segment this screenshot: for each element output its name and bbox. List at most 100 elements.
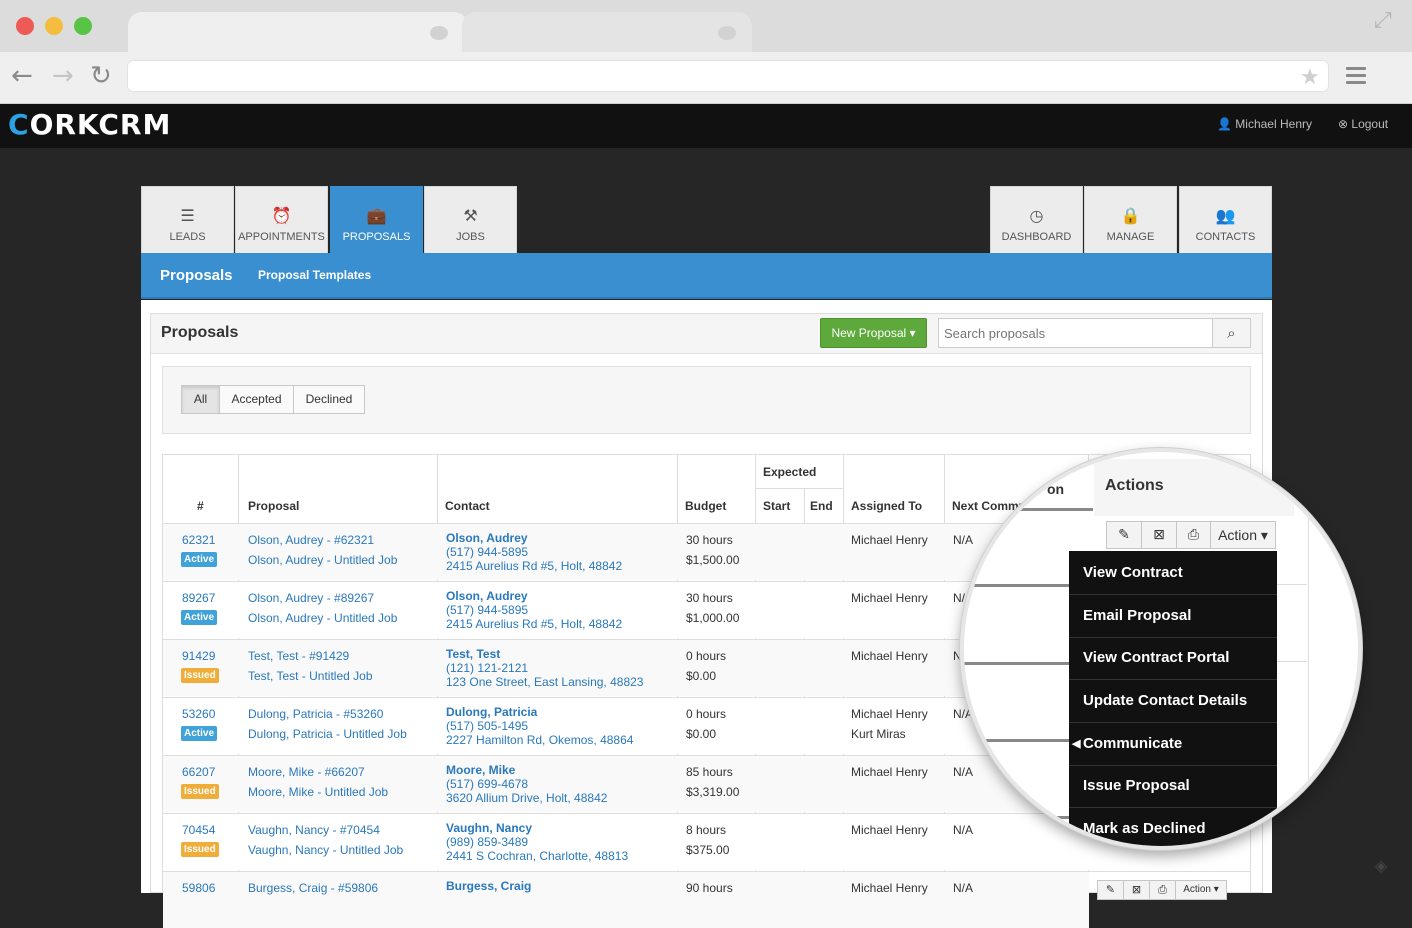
filter-all[interactable]: All [181,385,220,414]
contact-name-link[interactable]: Moore, Mike [446,763,515,777]
delete-box-icon[interactable]: ⊠ [1124,881,1150,899]
col-header-assigned[interactable]: Assigned To [851,499,922,513]
proposal-number-link[interactable]: 66207 [182,762,215,782]
subnav-proposals[interactable]: Proposals [160,267,233,284]
proposal-number-link[interactable]: 53260 [182,704,215,724]
contact-address-link[interactable]: 2415 Aurelius Rd #5, Holt, 48842 [446,617,622,631]
menu-item-issue-proposal[interactable]: Issue Proposal [1083,777,1190,794]
job-link[interactable]: Olson, Audrey - Untitled Job [248,550,397,570]
job-link[interactable]: Vaughn, Nancy - Untitled Job [248,840,403,860]
proposal-number-link[interactable]: 91429 [182,646,215,666]
close-window-button[interactable] [16,17,34,35]
browser-menu-icon[interactable] [1346,67,1366,88]
user-menu[interactable]: 👤 Michael Henry [1217,117,1312,131]
assigned-to: Michael Henry [851,649,928,663]
menu-item-update-contact-details[interactable]: Update Contact Details [1083,692,1247,709]
contact-name-link[interactable]: Olson, Audrey [446,531,528,545]
briefcase-icon: 💼 [366,206,387,225]
action-dropdown-button[interactable]: Action ▾ [1211,522,1275,548]
menu-item-mark-as-declined[interactable]: Mark as Declined [1083,820,1206,837]
filter-accepted[interactable]: Accepted [219,385,294,414]
divider [755,488,843,489]
col-header-budget[interactable]: Budget [685,499,726,513]
col-header-start[interactable]: Start [763,499,790,513]
subnav-proposal-templates[interactable]: Proposal Templates [258,268,371,282]
contact-phone-link[interactable]: (517) 944-5895 [446,603,528,617]
proposal-number-link[interactable]: 70454 [182,820,215,840]
edit-pencil-icon[interactable]: ✎ [1107,522,1142,548]
menu-item-view-contract-portal[interactable]: View Contract Portal [1083,649,1229,666]
contact-address-link[interactable]: 2415 Aurelius Rd #5, Holt, 48842 [446,559,622,573]
contact-phone-link[interactable]: (989) 859-3489 [446,835,528,849]
col-header-proposal[interactable]: Proposal [248,499,299,513]
contact-name-link[interactable]: Burgess, Craig [446,879,531,893]
filter-declined[interactable]: Declined [293,385,365,414]
tab-jobs[interactable]: ⚒ JOBS [424,186,517,254]
browser-tab-active[interactable] [128,12,468,52]
col-header-end[interactable]: End [810,499,833,513]
contact-address-link[interactable]: 2441 S Cochran, Charlotte, 48813 [446,849,628,863]
contact-name-link[interactable]: Test, Test [446,647,500,661]
minimize-window-button[interactable] [45,17,63,35]
search-input[interactable] [938,318,1213,348]
divider [1069,722,1277,723]
fullscreen-icon[interactable]: ⤢ [1374,8,1392,33]
proposal-number-link[interactable]: 59806 [182,878,215,898]
proposal-link[interactable]: Moore, Mike - #66207 [248,762,365,782]
delete-box-icon[interactable]: ⊠ [1142,522,1177,548]
contact-address-link[interactable]: 2227 Hamilton Rd, Okemos, 48864 [446,733,633,747]
col-header-num[interactable]: # [197,499,204,513]
menu-item-email-proposal[interactable]: Email Proposal [1083,607,1191,624]
action-dropdown-button[interactable]: Action ▾ [1176,881,1226,899]
proposal-link[interactable]: Olson, Audrey - #89267 [248,588,374,608]
bookmark-star-icon[interactable]: ★ [1300,64,1320,90]
budget-amount: $1,000.00 [686,611,740,625]
forward-icon[interactable]: → [52,62,74,90]
proposal-number-link[interactable]: 62321 [182,530,215,550]
tab-dashboard[interactable]: ◷ DASHBOARD [990,186,1083,254]
proposal-link[interactable]: Olson, Audrey - #62321 [248,530,374,550]
proposal-number-link[interactable]: 89267 [182,588,215,608]
new-proposal-button[interactable]: New Proposal ▾ [820,318,927,348]
contact-name-link[interactable]: Olson, Audrey [446,589,528,603]
search-icon[interactable]: ⌕ [1212,318,1251,348]
job-link[interactable]: Olson, Audrey - Untitled Job [248,608,397,628]
job-link[interactable]: Test, Test - Untitled Job [248,666,373,686]
proposal-link[interactable]: Dulong, Patricia - #53260 [248,704,383,724]
contact-address-link[interactable]: 123 One Street, East Lansing, 48823 [446,675,643,689]
page-title: Proposals [161,324,239,341]
job-link[interactable]: Dulong, Patricia - Untitled Job [248,724,407,744]
contact-phone-link[interactable]: (517) 505-1495 [446,719,528,733]
address-bar[interactable] [127,60,1329,92]
proposal-link[interactable]: Vaughn, Nancy - #70454 [248,820,380,840]
tab-manage[interactable]: 🔒 MANAGE [1084,186,1177,254]
browser-tab[interactable] [462,12,752,52]
contact-phone-link[interactable]: (517) 944-5895 [446,545,528,559]
contact-phone-link[interactable]: (121) 121-2121 [446,661,528,675]
tab-leads[interactable]: ☰ LEADS [141,186,234,254]
tab-contacts[interactable]: 👥 CONTACTS [1179,186,1272,254]
divider [1069,679,1277,680]
col-header-actions: Actions [1105,477,1164,494]
contact-address-link[interactable]: 3620 Allium Drive, Holt, 48842 [446,791,607,805]
print-icon[interactable]: ⎙ [1177,522,1211,548]
corkcrm-logo[interactable]: CORKCRM [8,108,171,141]
proposal-link[interactable]: Test, Test - #91429 [248,646,349,666]
print-icon[interactable]: ⎙ [1150,881,1176,899]
contact-phone-link[interactable]: (517) 699-4678 [446,777,528,791]
contact-name-link[interactable]: Dulong, Patricia [446,705,537,719]
menu-item-communicate[interactable]: ◀ Communicate [1072,735,1182,752]
edit-pencil-icon[interactable]: ✎ [1098,881,1124,899]
col-header-contact[interactable]: Contact [445,499,490,513]
menu-item-view-contract[interactable]: View Contract [1083,564,1183,581]
back-icon[interactable]: ← [11,62,33,90]
tab-proposals[interactable]: 💼 PROPOSALS [330,186,423,254]
row-action-group: ✎ ⊠ ⎙ Action ▾ [1106,521,1276,549]
proposal-link[interactable]: Burgess, Craig - #59806 [248,878,378,898]
contact-name-link[interactable]: Vaughn, Nancy [446,821,532,835]
logout-link[interactable]: ⊗ Logout [1338,117,1388,131]
job-link[interactable]: Moore, Mike - Untitled Job [248,782,388,802]
reload-icon[interactable]: ↻ [90,62,112,90]
tab-appointments[interactable]: ⏰ APPOINTMENTS [235,186,328,254]
maximize-window-button[interactable] [74,17,92,35]
